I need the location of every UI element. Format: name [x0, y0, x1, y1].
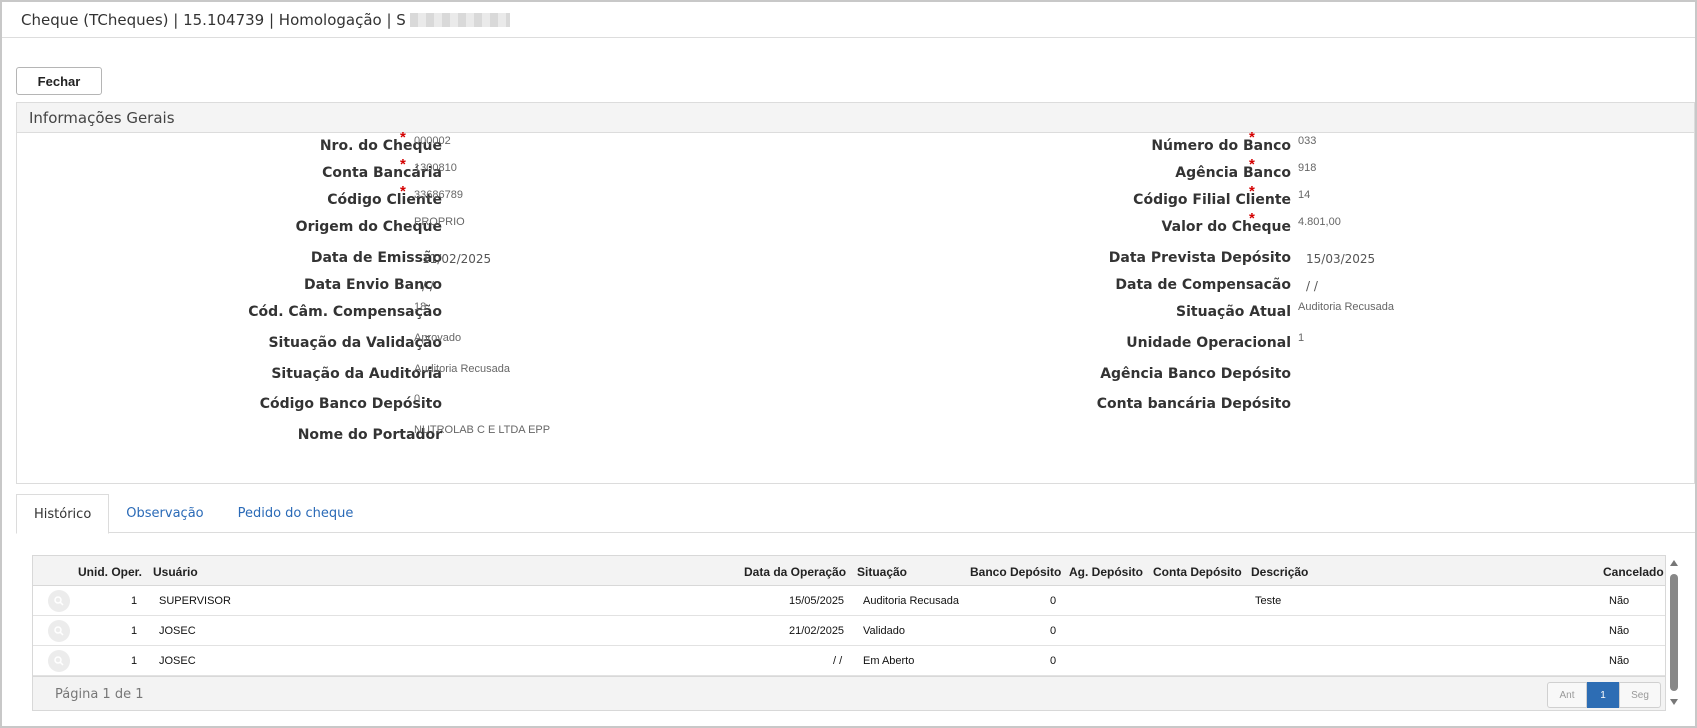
label-cod-cam-compensacao: Cód. Câm. Compensação [248, 304, 442, 320]
scroll-thumb[interactable] [1670, 574, 1678, 691]
value-nome-portador: NUTROLAB C E LTDA EPP [414, 424, 551, 436]
value-situacao-atual: Auditoria Recusada [1298, 301, 1395, 313]
panel-title: Informações Gerais [29, 108, 175, 127]
col-conta-deposito[interactable]: Conta Depósito [1153, 565, 1242, 579]
search-icon[interactable] [48, 620, 70, 642]
value-data-emissao[interactable]: 11/02/2025 [422, 252, 491, 266]
col-unid-oper[interactable]: Unid. Oper. [78, 565, 142, 579]
table-row[interactable]: 1 JOSEC 21/02/2025 Validado 0 Não [33, 616, 1665, 646]
grid-scrollbar[interactable] [1668, 560, 1680, 705]
value-data-envio-banco[interactable]: / / [422, 279, 434, 293]
history-grid: Unid. Oper. Usuário Data da Operação Sit… [32, 555, 1666, 711]
col-descricao[interactable]: Descrição [1251, 565, 1308, 579]
value-conta-bancaria: 1300810 [414, 162, 457, 174]
label-unidade-operacional: Unidade Operacional [1126, 335, 1291, 351]
redacted-title-part [409, 12, 510, 27]
cell-cancelado: Não [1609, 655, 1630, 667]
label-numero-banco: Número do Banco [1151, 138, 1291, 154]
required-marker: * [1249, 156, 1255, 173]
scroll-down-icon[interactable] [1670, 699, 1678, 705]
search-icon[interactable] [48, 650, 70, 672]
value-situacao-validacao: Aprovado [414, 332, 462, 344]
required-marker: * [1249, 210, 1255, 227]
tab-observacao[interactable]: Observação [109, 494, 220, 533]
cell-cancelado: Não [1609, 595, 1630, 607]
value-agencia-banco: 918 [1298, 162, 1317, 174]
cell-descricao: Teste [1255, 595, 1282, 607]
cell-unid: 1 [131, 595, 138, 607]
value-situacao-auditoria: Auditoria Recusada [414, 363, 511, 375]
value-cod-cam-compensacao: 18 [414, 301, 427, 313]
cell-data: 21/02/2025 [789, 625, 845, 637]
page-info: Página 1 de 1 [55, 687, 144, 702]
value-codigo-banco-deposito: 0 [414, 393, 421, 405]
required-marker: * [400, 156, 406, 173]
col-banco-deposito[interactable]: Banco Depósito [970, 565, 1061, 579]
value-origem-cheque: PROPRIO [414, 216, 465, 228]
table-row[interactable]: 1 JOSEC / / Em Aberto 0 Não [33, 646, 1665, 676]
pager-current-page[interactable]: 1 [1587, 682, 1619, 708]
value-valor-cheque: 4.801,00 [1298, 216, 1341, 228]
label-conta-bancaria-deposito: Conta bancária Depósito [1096, 396, 1291, 412]
col-situacao[interactable]: Situação [857, 565, 907, 579]
cell-unid: 1 [131, 655, 138, 667]
label-valor-cheque: Valor do Cheque [1161, 219, 1291, 235]
label-codigo-filial-cliente: Código Filial Cliente [1133, 192, 1291, 208]
tab-bar: Histórico Observação Pedido do cheque [16, 494, 1695, 534]
label-situacao-atual: Situação Atual [1176, 304, 1291, 320]
tab-historico[interactable]: Histórico [16, 494, 110, 534]
value-data-compensacao[interactable]: / / [1306, 279, 1318, 293]
value-data-prevista-deposito[interactable]: 15/03/2025 [1306, 252, 1375, 266]
cell-unid: 1 [131, 625, 138, 637]
label-agencia-banco-deposito: Agência Banco Depósito [1100, 366, 1291, 382]
general-info-panel: Informações Gerais Nro. do Cheque * 0000… [16, 102, 1695, 484]
cell-banco: 0 [1050, 625, 1057, 637]
grid-header: Unid. Oper. Usuário Data da Operação Sit… [33, 556, 1665, 586]
required-marker: * [1249, 129, 1255, 146]
pager-prev-button[interactable]: Ant [1547, 682, 1587, 708]
value-nro-cheque: 000002 [414, 135, 451, 147]
cell-situacao: Em Aberto [863, 655, 915, 667]
pager-next-button[interactable]: Seg [1619, 682, 1661, 708]
col-data-operacao[interactable]: Data da Operação [744, 565, 846, 579]
value-codigo-cliente: 33686789 [414, 189, 463, 201]
cell-banco: 0 [1050, 655, 1057, 667]
cell-situacao: Validado [863, 625, 905, 637]
close-button[interactable]: Fechar [16, 67, 102, 95]
window-title: Cheque (TCheques) | 15.104739 | Homologa… [21, 10, 406, 29]
cell-situacao: Auditoria Recusada [863, 595, 960, 607]
cell-data: / / [833, 655, 843, 667]
window-title-bar: Cheque (TCheques) | 15.104739 | Homologa… [2, 2, 1695, 38]
label-agencia-banco: Agência Banco [1175, 165, 1291, 181]
required-marker: * [1249, 183, 1255, 200]
search-icon[interactable] [48, 590, 70, 612]
table-row[interactable]: 1 SUPERVISOR 15/05/2025 Auditoria Recusa… [33, 586, 1665, 616]
pager: Ant 1 Seg [1547, 682, 1661, 708]
required-marker: * [400, 183, 406, 200]
label-data-compensacao: Data de Compensacão [1115, 277, 1291, 293]
label-data-prevista-deposito: Data Prevista Depósito [1108, 250, 1291, 266]
scroll-up-icon[interactable] [1670, 560, 1678, 566]
value-numero-banco: 033 [1298, 135, 1317, 147]
cell-cancelado: Não [1609, 625, 1630, 637]
cell-data: 15/05/2025 [789, 595, 845, 607]
value-codigo-filial-cliente: 14 [1298, 189, 1311, 201]
cell-usuario: SUPERVISOR [159, 595, 231, 607]
col-usuario[interactable]: Usuário [153, 565, 198, 579]
panel-header: Informações Gerais [17, 103, 1694, 133]
grid-footer: Página 1 de 1 Ant 1 Seg [33, 676, 1665, 710]
value-unidade-operacional: 1 [1298, 332, 1305, 344]
cell-usuario: JOSEC [159, 655, 196, 667]
tab-pedido-cheque[interactable]: Pedido do cheque [221, 494, 371, 533]
col-ag-deposito[interactable]: Ag. Depósito [1069, 565, 1143, 579]
col-cancelado[interactable]: Cancelado [1603, 565, 1664, 579]
required-marker: * [400, 129, 406, 146]
cell-usuario: JOSEC [159, 625, 196, 637]
cell-banco: 0 [1050, 595, 1057, 607]
